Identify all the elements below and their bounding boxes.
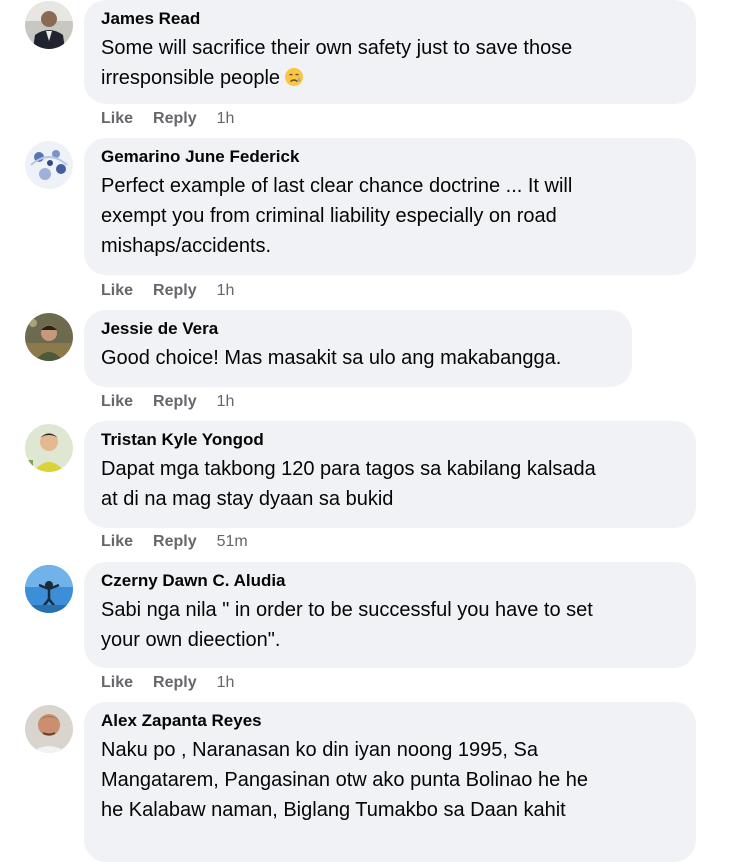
avatar-image xyxy=(25,565,73,613)
comment-author[interactable]: Jessie de Vera xyxy=(101,319,612,339)
avatar[interactable] xyxy=(25,141,73,189)
comment-author[interactable]: Czerny Dawn C. Aludia xyxy=(101,571,676,591)
comment-actions: Like Reply 1h xyxy=(101,109,234,129)
comment-actions: Like Reply 1h xyxy=(101,281,234,301)
comment-text: Naku po , Naranasan ko din iyan noong 19… xyxy=(101,735,676,825)
reply-button[interactable]: Reply xyxy=(153,533,197,550)
comment-timestamp[interactable]: 1h xyxy=(217,674,235,691)
reply-button[interactable]: Reply xyxy=(153,393,197,410)
comment-timestamp[interactable]: 1h xyxy=(217,110,235,127)
avatar[interactable] xyxy=(25,1,73,49)
comment-text-line: Naku po , Naranasan ko din iyan noong 19… xyxy=(101,739,538,761)
comment-text: Sabi nga nila " in order to be successfu… xyxy=(101,595,676,655)
comment-text-line: your own dieection". xyxy=(101,629,281,651)
avatar[interactable] xyxy=(25,565,73,613)
comment-text-line: Dapat mga takbong 120 para tagos sa kabi… xyxy=(101,458,596,480)
comment-text: Some will sacrifice their own safety jus… xyxy=(101,33,676,93)
comment-actions: Like Reply 51m xyxy=(101,532,248,552)
comment-text-line: exempt you from criminal liability espec… xyxy=(101,205,557,227)
reply-button[interactable]: Reply xyxy=(153,674,197,691)
comment-bubble: Jessie de Vera Good choice! Mas masakit … xyxy=(84,310,632,387)
avatar-image xyxy=(25,313,73,361)
comment-text-line: at di na mag stay dyaan sa bukid xyxy=(101,488,394,510)
comment-text-line: mishaps/accidents. xyxy=(101,235,272,257)
comment-text-line: irresponsible people xyxy=(101,63,676,93)
reply-button[interactable]: Reply xyxy=(153,110,197,127)
avatar-image xyxy=(25,1,73,49)
like-button[interactable]: Like xyxy=(101,674,133,691)
comment-text-line: Some will sacrifice their own safety jus… xyxy=(101,37,573,59)
comment-text: Perfect example of last clear chance doc… xyxy=(101,171,676,261)
crying-face-emoji-icon xyxy=(284,67,304,87)
comment-bubble: Tristan Kyle Yongod Dapat mga takbong 12… xyxy=(84,421,696,528)
comment-author[interactable]: Gemarino June Federick xyxy=(101,147,676,167)
comment-text: Dapat mga takbong 120 para tagos sa kabi… xyxy=(101,454,676,514)
like-button[interactable]: Like xyxy=(101,110,133,127)
comment-text-line: Mangatarem, Pangasinan otw ako punta Bol… xyxy=(101,769,589,791)
comment-bubble: Czerny Dawn C. Aludia Sabi nga nila " in… xyxy=(84,562,696,668)
comment-actions: Like Reply 1h xyxy=(101,392,234,412)
avatar[interactable] xyxy=(25,313,73,361)
comment-actions: Like Reply 1h xyxy=(101,673,234,693)
like-button[interactable]: Like xyxy=(101,533,133,550)
comment-text-line: Perfect example of last clear chance doc… xyxy=(101,175,573,197)
avatar-image xyxy=(25,141,73,189)
comment-timestamp[interactable]: 1h xyxy=(217,393,235,410)
comment-bubble: Alex Zapanta Reyes Naku po , Naranasan k… xyxy=(84,702,696,862)
like-button[interactable]: Like xyxy=(101,282,133,299)
comment-bubble: Gemarino June Federick Perfect example o… xyxy=(84,138,696,275)
like-button[interactable]: Like xyxy=(101,393,133,410)
reply-button[interactable]: Reply xyxy=(153,282,197,299)
comment-text-line: Good choice! Mas masakit sa ulo ang maka… xyxy=(101,347,562,369)
comment-timestamp[interactable]: 1h xyxy=(217,282,235,299)
avatar[interactable] xyxy=(25,705,73,753)
avatar-image xyxy=(25,424,73,472)
comment-text-line: Sabi nga nila " in order to be successfu… xyxy=(101,599,593,621)
comment-author[interactable]: Alex Zapanta Reyes xyxy=(101,711,676,731)
avatar-image xyxy=(25,705,73,753)
comment-text-line: he Kalabaw naman, Biglang Tumakbo sa Daa… xyxy=(101,799,566,821)
comment-author[interactable]: James Read xyxy=(101,9,676,29)
comment-author[interactable]: Tristan Kyle Yongod xyxy=(101,430,676,450)
comment-bubble: James Read Some will sacrifice their own… xyxy=(84,0,696,104)
avatar[interactable] xyxy=(25,424,73,472)
comment-timestamp[interactable]: 51m xyxy=(217,533,248,550)
comment-text: Good choice! Mas masakit sa ulo ang maka… xyxy=(101,343,612,373)
comment-text-line-content: irresponsible people xyxy=(101,67,281,89)
